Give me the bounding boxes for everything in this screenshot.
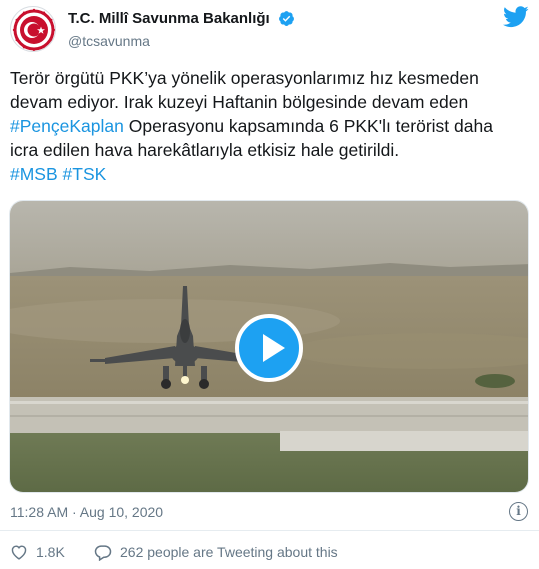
tweet-text-line: icra edilen hava harekâtlarıyla etkisiz … — [10, 140, 400, 160]
tweet-text: Terör örgütü PKK’ya yönelik operasyonlar… — [10, 66, 530, 186]
tweet-card: T.C. Millî Savunma Bakanlığı @tcsavunma … — [0, 0, 539, 569]
info-icon[interactable]: i — [509, 502, 528, 521]
hashtag-link[interactable]: #MSB — [10, 164, 58, 184]
author-handle[interactable]: @tcsavunma — [68, 33, 295, 49]
heart-icon — [11, 545, 27, 560]
hashtag-link[interactable]: #TSK — [63, 164, 107, 184]
twitter-bird-icon[interactable] — [503, 6, 529, 28]
play-button[interactable] — [235, 314, 303, 382]
hashtag-line: #MSB #TSK — [10, 162, 530, 186]
verified-badge-icon — [279, 11, 295, 27]
divider — [0, 530, 539, 531]
author-block: T.C. Millî Savunma Bakanlığı @tcsavunma — [68, 10, 295, 49]
tweet-text-line: devam ediyor. Irak kuzeyi Haftanin bölge… — [10, 92, 469, 112]
hashtag-link[interactable]: #PençeKaplan — [10, 116, 124, 136]
tweet-text-fragment: Operasyonu kapsamında 6 PKK'lı terörist … — [123, 116, 493, 136]
conversation-link[interactable]: 262 people are Tweeting about this — [94, 541, 394, 563]
tweet-timestamp[interactable]: 11:28 AM · Aug 10, 2020 — [10, 504, 163, 520]
like-count: 1.8K — [36, 544, 65, 560]
tweet-text-line: Terör örgütü PKK’ya yönelik operasyonlar… — [10, 68, 479, 88]
turkish-ministry-emblem-icon — [11, 7, 55, 51]
tweet-header: T.C. Millî Savunma Bakanlığı @tcsavunma — [10, 6, 529, 54]
play-icon — [263, 334, 285, 362]
author-display-name[interactable]: T.C. Millî Savunma Bakanlığı — [68, 10, 270, 27]
video-player[interactable] — [9, 200, 529, 493]
tweet-text-line: #PençeKaplan Operasyonu kapsamında 6 PKK… — [10, 114, 530, 138]
avatar[interactable] — [10, 6, 56, 52]
tweet-actions: 1.8K 262 people are Tweeting about this — [10, 541, 530, 563]
reply-bubble-icon — [94, 545, 112, 561]
tweet-meta: 11:28 AM · Aug 10, 2020 i — [10, 502, 530, 522]
like-button[interactable]: 1.8K — [10, 541, 80, 563]
conversation-label: 262 people are Tweeting about this — [120, 544, 338, 560]
